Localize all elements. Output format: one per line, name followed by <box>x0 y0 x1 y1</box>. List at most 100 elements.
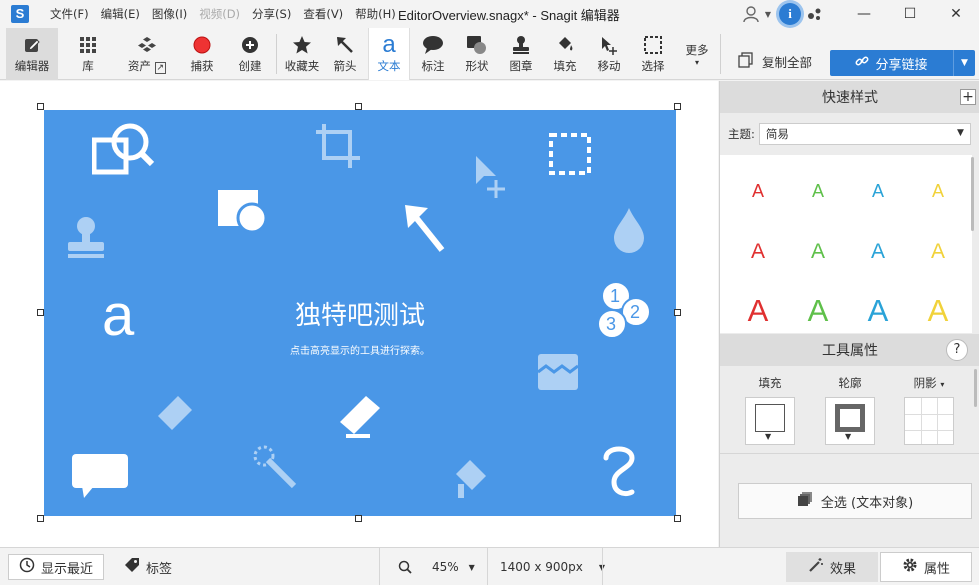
quick-style-item[interactable]: A <box>738 181 778 202</box>
resize-handle[interactable] <box>37 515 44 522</box>
shapes-icon <box>218 190 268 234</box>
right-panel: 快速样式 + 主题: 简易 ▼ A A A A A A A A A A A A … <box>719 81 979 547</box>
callout-tool-button[interactable]: 标注 <box>414 28 452 80</box>
maximize-button[interactable]: ☐ <box>887 0 933 28</box>
quick-styles-header: 快速样式 + <box>720 81 979 113</box>
text-tool-button[interactable]: a 文本 <box>368 28 410 80</box>
chevron-down-icon: ▼ <box>956 128 964 138</box>
connect-icon[interactable] <box>807 7 821 21</box>
effects-tab[interactable]: 效果 <box>786 552 878 582</box>
theme-row: 主题: 简易 ▼ <box>728 123 971 145</box>
fill-swatch[interactable]: ▼ <box>745 397 795 445</box>
properties-tab[interactable]: 属性 <box>880 552 972 582</box>
link-icon <box>855 54 869 72</box>
info-icon[interactable]: i <box>779 3 801 25</box>
menu-image[interactable]: 图像(I) <box>152 6 187 22</box>
resize-handle[interactable] <box>37 309 44 316</box>
grid-icon <box>79 34 97 56</box>
select-tool-button[interactable]: 选择 <box>634 28 672 80</box>
share-link-button[interactable]: 分享链接 ▼ <box>830 50 975 76</box>
selection-icon <box>643 34 663 56</box>
quick-style-item[interactable]: A <box>918 293 958 329</box>
tag-icon <box>124 557 140 577</box>
panel-divider <box>720 453 979 454</box>
menu-file[interactable]: 文件(F) <box>50 6 89 22</box>
edit-icon <box>23 34 41 56</box>
chevron-down-icon: ▼ <box>765 432 772 441</box>
editor-button[interactable]: 编辑器 <box>6 28 58 80</box>
quick-style-item[interactable]: A <box>858 181 898 202</box>
tags-button[interactable]: 标签 <box>124 554 172 580</box>
quick-style-item[interactable]: A <box>918 181 958 202</box>
outline-swatch[interactable]: ▼ <box>825 397 875 445</box>
menu-bar: 文件(F) 编辑(E) 图像(I) 视频(D) 分享(S) 查看(V) 帮助(H… <box>50 6 396 22</box>
zoom-dropdown[interactable]: 45% ▼ <box>432 554 475 580</box>
shadow-grid[interactable] <box>904 397 954 445</box>
copy-all-button[interactable]: 复制全部 <box>738 52 812 71</box>
help-icon[interactable]: ? <box>946 339 968 361</box>
menu-view[interactable]: 查看(V) <box>303 6 343 22</box>
quick-style-item[interactable]: A <box>798 181 838 202</box>
more-tools-button[interactable]: 更多 ▾ <box>678 28 716 80</box>
callout-bubble-icon <box>72 454 128 498</box>
quick-style-item[interactable]: A <box>738 240 778 264</box>
minimize-button[interactable]: — <box>841 0 887 28</box>
shapes-icon <box>466 34 488 56</box>
zoom-icon[interactable] <box>398 554 412 580</box>
menu-share[interactable]: 分享(S) <box>252 6 291 22</box>
menu-edit[interactable]: 编辑(E) <box>101 6 140 22</box>
resize-handle[interactable] <box>355 515 362 522</box>
add-style-button[interactable]: + <box>960 89 976 105</box>
select-all-button[interactable]: 全选 (文本对象) <box>738 483 972 519</box>
quick-styles-scrollbar[interactable] <box>971 157 974 231</box>
resize-handle[interactable] <box>37 103 44 110</box>
arrow-tool-button[interactable]: 箭头 <box>326 28 364 80</box>
close-button[interactable]: ✕ <box>933 0 979 28</box>
create-button[interactable]: 创建 <box>228 28 272 80</box>
crop-zoom-icon <box>92 123 155 175</box>
quick-style-item[interactable]: A <box>798 240 838 264</box>
fill-tool-button[interactable]: 填充 <box>546 28 584 80</box>
move-tool-button[interactable]: 移动 <box>590 28 628 80</box>
assets-button[interactable]: 资产 ↗ <box>118 28 176 80</box>
user-dropdown-icon[interactable]: ▼ <box>765 10 771 19</box>
menu-help[interactable]: 帮助(H) <box>355 6 396 22</box>
stamp-tool-button[interactable]: 图章 <box>502 28 540 80</box>
canvas-title[interactable]: 独特吧测试 <box>44 295 676 332</box>
magic-wand-icon <box>253 445 297 489</box>
favorites-button[interactable]: 收藏夹 <box>280 28 324 80</box>
user-account-icon[interactable] <box>741 4 761 24</box>
resize-handle[interactable] <box>355 103 362 110</box>
history-icon <box>19 557 35 577</box>
quick-styles-grid: A A A A A A A A A A A A <box>720 155 972 333</box>
library-button[interactable]: 库 <box>64 28 112 80</box>
share-dropdown-icon[interactable]: ▼ <box>953 50 975 76</box>
arrow-icon <box>335 34 355 56</box>
canvas-subtitle[interactable]: 点击高亮显示的工具进行探索。 <box>44 342 676 357</box>
resize-handle[interactable] <box>674 309 681 316</box>
show-recent-button[interactable]: 显示最近 <box>8 554 105 580</box>
resize-handle[interactable] <box>674 103 681 110</box>
quick-style-item[interactable]: A <box>798 293 838 329</box>
stamp-icon <box>68 217 104 258</box>
gear-icon <box>902 557 918 577</box>
text-a-icon: a <box>382 31 396 58</box>
toolbar-separator <box>276 34 277 74</box>
capture-button[interactable]: 捕获 <box>180 28 224 80</box>
shape-tool-button[interactable]: 形状 <box>458 28 496 80</box>
quick-style-item[interactable]: A <box>918 240 958 264</box>
resize-handle[interactable] <box>674 515 681 522</box>
arrow-icon <box>405 205 445 252</box>
dimensions-dropdown[interactable]: 1400 x 900px ▼ <box>500 554 605 580</box>
quick-style-item[interactable]: A <box>738 293 778 329</box>
quick-style-item[interactable]: A <box>858 240 898 264</box>
theme-dropdown[interactable]: 简易 ▼ <box>758 123 971 145</box>
speech-bubble-icon <box>422 34 444 56</box>
chevron-down-icon: ▾ <box>940 380 945 389</box>
quick-style-item[interactable]: A <box>858 293 898 329</box>
canvas-area[interactable]: a 1 2 3 独特吧测试 点击高亮显示的工具进行探索。 <box>0 81 718 547</box>
main-toolbar: 编辑器 库 资产 ↗ 捕获 创建 收藏夹 箭头 a 文本 标注 形状 图章 填充… <box>0 28 979 80</box>
menu-video[interactable]: 视频(D) <box>199 6 240 22</box>
properties-scrollbar[interactable] <box>974 369 977 407</box>
canvas-image[interactable]: a 1 2 3 独特吧测试 点击高亮显示的工具进行探索。 <box>44 110 676 516</box>
